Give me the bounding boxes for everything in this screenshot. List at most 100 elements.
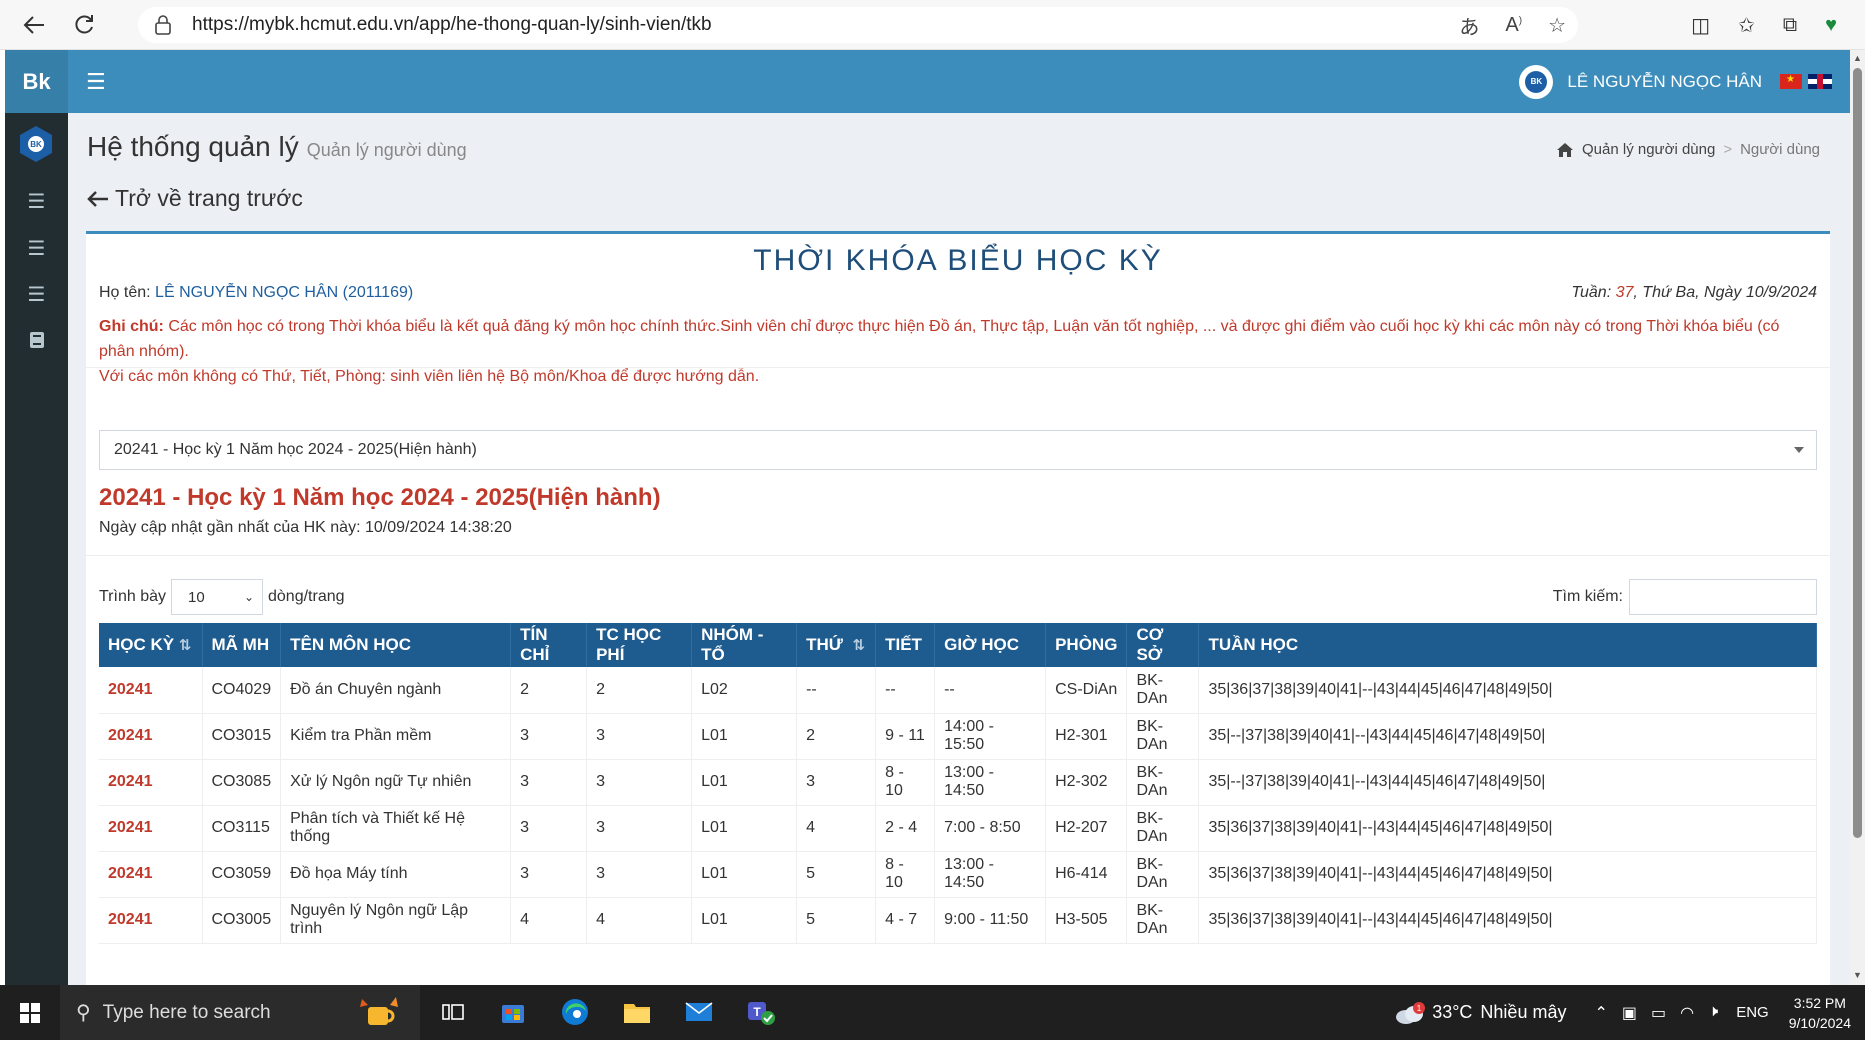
cell-phong: H2-302	[1045, 759, 1128, 806]
teams-icon[interactable]: T	[744, 995, 778, 1029]
col-tin-chi[interactable]: TÍN CHỈ	[510, 623, 588, 667]
book-icon[interactable]	[5, 320, 68, 360]
microsoft-store-icon[interactable]	[496, 995, 530, 1029]
sort-icon[interactable]: ⇅	[179, 636, 192, 654]
chevron-up-icon[interactable]: ⌃	[1594, 1003, 1607, 1023]
divider	[86, 367, 1830, 368]
bk-logo-icon[interactable]: BK	[19, 125, 53, 163]
sidebar-toggle-icon[interactable]: ☰	[86, 69, 106, 95]
col-ma-mh[interactable]: MÃ MH	[202, 623, 282, 667]
table-row: 20241 CO3115 Phân tích và Thiết kế Hệ thốn…	[99, 805, 1817, 852]
cloud-icon: 1	[1394, 1001, 1426, 1024]
language-indicator[interactable]: ENG	[1736, 1004, 1769, 1021]
favorite-star-icon[interactable]: ☆	[1548, 13, 1566, 38]
reload-icon[interactable]	[64, 5, 104, 45]
col-tc-hoc-phi[interactable]: TC HỌC PHÍ	[586, 623, 693, 667]
back-arrow-icon[interactable]	[14, 5, 54, 45]
system-tray: 1 33°C Nhiều mây ⌃ ▣ ▭ ◠ 🕨 ENG 3:52 PM 9…	[1394, 985, 1865, 1040]
scroll-down-icon[interactable]: ▼	[1853, 970, 1862, 980]
col-hoc-ky[interactable]: HỌC KỲ ⇅	[99, 623, 203, 667]
file-explorer-icon[interactable]	[620, 995, 654, 1029]
col-thu[interactable]: THỨ ⇅	[796, 623, 877, 667]
weather-widget[interactable]: 1 33°C Nhiều mây	[1394, 1001, 1566, 1024]
cell-co-so: BK-DAn	[1126, 759, 1200, 806]
sort-icon[interactable]: ⇅	[853, 636, 866, 654]
search-input[interactable]	[1629, 579, 1817, 615]
cell-phong: H2-207	[1045, 805, 1128, 852]
cell-tin-chi: 3	[510, 759, 588, 806]
menu-icon[interactable]: ☰	[5, 228, 68, 268]
cell-tiet: 4 - 7	[875, 897, 936, 944]
student-info: Họ tên: LÊ NGUYỄN NGỌC HÂN (2011169)	[99, 284, 414, 301]
page-subtitle: Quản lý người dùng	[306, 140, 467, 160]
cell-phong: CS-DiAn	[1045, 667, 1128, 714]
caret-down-icon	[1794, 447, 1804, 453]
cell-ten-mon-hoc: Kiểm tra Phần mềm	[280, 713, 512, 760]
edge-browser-icon[interactable]	[558, 995, 592, 1029]
cell-phong: H2-301	[1045, 713, 1128, 760]
uk-flag-icon[interactable]	[1808, 74, 1832, 89]
cell-tuan-hoc: 35|36|37|38|39|40|41|--|43|44|45|46|47|4…	[1198, 667, 1817, 714]
favorites-icon[interactable]: ✩	[1738, 13, 1755, 38]
cell-gio-hoc: 7:00 - 8:50	[934, 805, 1047, 852]
taskbar-search[interactable]: ⚲ Type here to search	[60, 985, 420, 1040]
cell-hoc-ky: 20241	[99, 897, 203, 944]
split-screen-icon[interactable]: ◫	[1691, 13, 1710, 38]
breadcrumb-home[interactable]: Quản lý người dùng	[1582, 141, 1715, 158]
user-menu[interactable]: BK LÊ NGUYỄN NGỌC HÂN	[1519, 50, 1832, 113]
windows-start-icon[interactable]	[0, 985, 60, 1040]
page-length-select[interactable]: 10 ⌄	[171, 579, 263, 615]
page-title: Hệ thống quản lý Quản lý người dùng	[87, 131, 467, 162]
text-size-icon[interactable]: A)	[1505, 14, 1522, 37]
coffee-cup-icon	[356, 995, 400, 1029]
performance-icon[interactable]: ♥	[1825, 14, 1837, 37]
cell-gio-hoc: 13:00 - 14:50	[934, 759, 1047, 806]
note-text: Ghi chú: Các môn học có trong Thời khóa …	[99, 318, 1780, 385]
read-aloud-icon[interactable]: あ	[1459, 11, 1479, 40]
cell-ma-mh: CO4029	[202, 667, 282, 714]
meet-now-icon[interactable]: ▣	[1622, 1003, 1637, 1023]
svg-text:T: T	[753, 1005, 761, 1019]
mail-icon[interactable]	[682, 995, 716, 1029]
table-search: Tìm kiếm:	[1553, 579, 1817, 615]
cell-thu: 2	[796, 713, 877, 760]
scroll-thumb[interactable]	[1853, 68, 1862, 838]
taskbar: ⚲ Type here to search T 1 33°C Nhiều mây…	[0, 985, 1865, 1040]
menu-icon[interactable]: ☰	[5, 181, 68, 221]
cell-tin-chi: 3	[510, 805, 588, 852]
table-row: 20241 CO3059 Đồ họa Máy tính 3 3 L01 5 8 - 10 13…	[99, 851, 1817, 898]
back-link[interactable]: Trở về trang trước	[87, 185, 303, 212]
cell-nhom-to: L01	[691, 851, 798, 898]
scroll-up-icon[interactable]: ▲	[1853, 53, 1862, 63]
page-scrollbar[interactable]: ▲ ▼	[1850, 50, 1865, 985]
clock[interactable]: 3:52 PM 9/10/2024	[1789, 993, 1851, 1033]
menu-icon[interactable]: ☰	[5, 274, 68, 314]
cell-tc-hoc-phi: 3	[586, 759, 693, 806]
svg-text:BK: BK	[30, 140, 42, 149]
wifi-icon[interactable]: ◠	[1680, 1003, 1694, 1023]
cell-tc-hoc-phi: 3	[586, 805, 693, 852]
home-icon[interactable]	[1556, 142, 1574, 158]
col-nhom-to[interactable]: NHÓM - TỔ	[691, 623, 798, 667]
cell-phong: H3-505	[1045, 897, 1128, 944]
collections-icon[interactable]: ⧉	[1783, 14, 1797, 37]
address-bar[interactable]: https://mybk.hcmut.edu.vn/app/he-thong-q…	[138, 7, 1578, 43]
table-row: 20241 CO4029 Đồ án Chuyên ngành 2 2 L02 -- -- --…	[99, 667, 1817, 714]
task-view-icon[interactable]	[436, 995, 470, 1029]
cell-tiet: 9 - 11	[875, 713, 936, 760]
back-link-label: Trở về trang trước	[115, 185, 303, 211]
vietnam-flag-icon[interactable]	[1780, 74, 1802, 89]
brand-logo[interactable]: Bk	[5, 50, 68, 113]
col-ten-mon-hoc[interactable]: TÊN MÔN HỌC	[280, 623, 512, 667]
main-content: Hệ thống quản lý Quản lý người dùng Quản …	[68, 113, 1850, 985]
col-tuan-hoc[interactable]: TUẦN HỌC	[1198, 623, 1817, 667]
col-gio-hoc[interactable]: GIỜ HỌC	[934, 623, 1047, 667]
semester-select[interactable]: 20241 - Học kỳ 1 Năm học 2024 - 2025(Hiệ…	[99, 430, 1817, 470]
col-tiet[interactable]: TIẾT	[875, 623, 936, 667]
battery-icon[interactable]: ▭	[1651, 1003, 1666, 1023]
col-phong[interactable]: PHÒNG	[1045, 623, 1128, 667]
volume-mute-icon[interactable]: 🕨	[1708, 1003, 1718, 1023]
col-co-so[interactable]: CƠ SỞ	[1126, 623, 1200, 667]
lock-icon[interactable]	[154, 15, 174, 35]
cell-tin-chi: 3	[510, 713, 588, 760]
